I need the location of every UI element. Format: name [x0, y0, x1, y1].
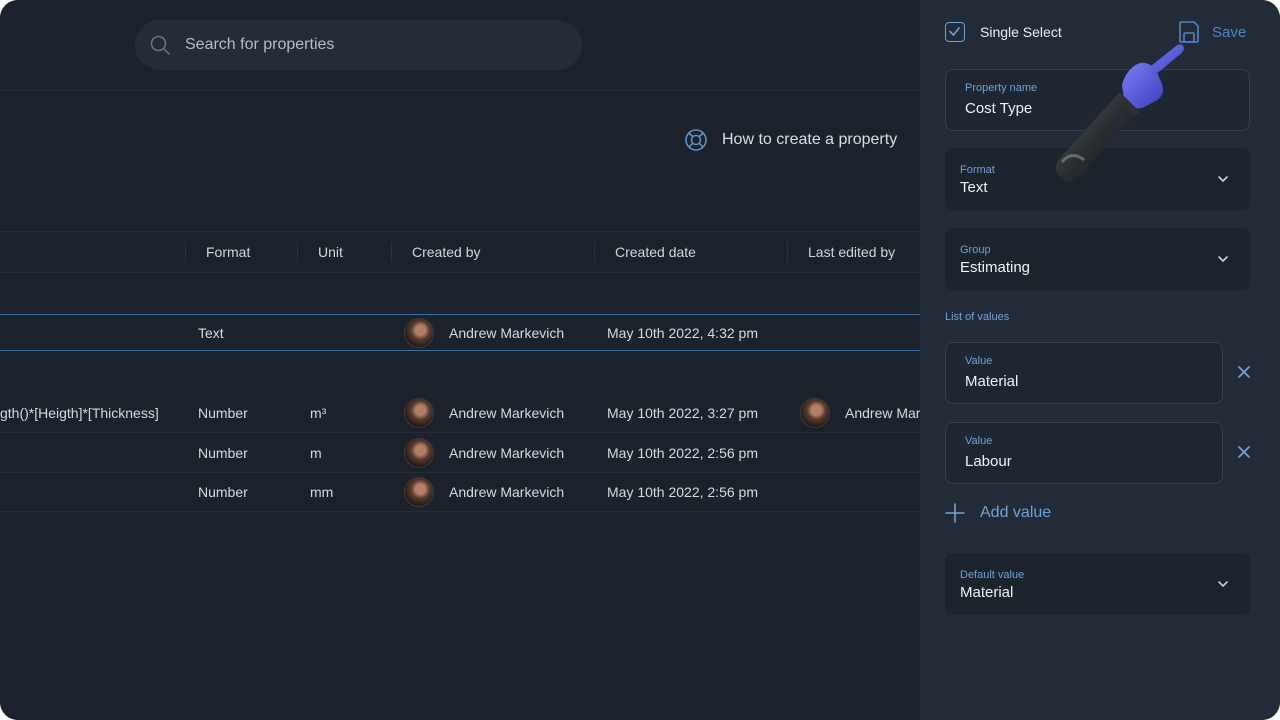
- column-divider: [391, 242, 392, 262]
- default-value-value: Material: [960, 584, 1014, 601]
- value-label: Value: [965, 355, 993, 367]
- cell-created-by: Andrew Markevich: [404, 472, 564, 511]
- cell-unit: mm: [310, 483, 334, 500]
- table-row-selected[interactable]: Text Andrew Markevich May 10th 2022, 4:3…: [0, 314, 920, 351]
- value-field[interactable]: Value Labour: [945, 422, 1223, 484]
- list-of-values-label: List of values: [945, 311, 1010, 323]
- avatar: [404, 317, 434, 348]
- cell-created-date: May 10th 2022, 3:27 pm: [607, 404, 758, 421]
- table-row[interactable]: Number mm Andrew Markevich May 10th 2022…: [0, 472, 920, 512]
- cell-created-by: Andrew Markevich: [404, 315, 564, 350]
- property-name-value[interactable]: Cost Type: [965, 100, 1032, 117]
- chevron-down-icon: [1218, 581, 1228, 588]
- format-select[interactable]: Format Text: [945, 148, 1250, 210]
- help-link-label: How to create a property: [722, 131, 898, 148]
- created-by-name: Andrew Markevich: [449, 324, 565, 341]
- column-header-created-date[interactable]: Created date: [615, 232, 696, 272]
- avatar: [404, 397, 434, 428]
- value-input[interactable]: Labour: [965, 453, 1012, 470]
- cell-unit: m: [310, 444, 322, 461]
- chevron-down-icon: [1218, 176, 1228, 183]
- cell-format: Number: [198, 404, 248, 421]
- column-header-last-edited-by[interactable]: Last edited by: [808, 232, 895, 272]
- cell-last-edited-by: Andrew Mar: [800, 393, 920, 432]
- group-label: Group: [960, 244, 991, 256]
- group-value: Estimating: [960, 259, 1031, 276]
- lifebuoy-icon: [685, 129, 707, 151]
- app-window: How to create a property Format Unit Cre…: [0, 0, 1280, 720]
- cell-formula: gth()*[Heigth]*[Thickness]: [0, 404, 159, 421]
- value-input[interactable]: Material: [965, 373, 1018, 390]
- group-select[interactable]: Group Estimating: [945, 228, 1250, 290]
- save-label: Save: [1212, 23, 1247, 41]
- avatar: [404, 437, 434, 468]
- cell-format: Number: [198, 483, 248, 500]
- column-header-created-by[interactable]: Created by: [412, 232, 480, 272]
- cell-created-date: May 10th 2022, 4:32 pm: [607, 324, 758, 341]
- properties-main: How to create a property Format Unit Cre…: [0, 0, 920, 720]
- cell-created-date: May 10th 2022, 2:56 pm: [607, 483, 758, 500]
- cell-created-by: Andrew Markevich: [404, 433, 564, 472]
- search-bar[interactable]: [135, 20, 582, 70]
- column-divider: [185, 242, 186, 262]
- add-value-label: Add value: [980, 504, 1052, 521]
- column-divider: [787, 242, 788, 262]
- format-value: Text: [960, 179, 988, 196]
- property-name-label: Property name: [965, 82, 1038, 94]
- cell-created-by: Andrew Markevich: [404, 393, 564, 432]
- created-by-name: Andrew Markevich: [449, 444, 565, 461]
- close-icon[interactable]: [1236, 364, 1252, 380]
- created-by-name: Andrew Markevich: [449, 483, 565, 500]
- column-header-format[interactable]: Format: [206, 232, 250, 272]
- single-select-checkbox[interactable]: [945, 22, 965, 42]
- search-input[interactable]: [185, 20, 565, 70]
- save-icon: [1179, 21, 1199, 43]
- cell-format: Text: [198, 324, 224, 341]
- table-row[interactable]: gth()*[Heigth]*[Thickness] Number m³ And…: [0, 393, 920, 433]
- plus-icon: [945, 503, 965, 523]
- format-label: Format: [960, 164, 995, 176]
- table-header: Format Unit Created by Created date Last…: [0, 231, 920, 273]
- table-row[interactable]: Number m Andrew Markevich May 10th 2022,…: [0, 433, 920, 473]
- cell-created-date: May 10th 2022, 2:56 pm: [607, 444, 758, 461]
- property-editor-panel: Single Select Save Property name Cost Ty…: [920, 0, 1280, 720]
- default-value-label: Default value: [960, 569, 1025, 581]
- value-label: Value: [965, 435, 993, 447]
- add-value-button[interactable]: Add value: [944, 502, 1051, 524]
- default-value-select[interactable]: Default value Material: [945, 553, 1250, 615]
- save-button[interactable]: Save: [1178, 20, 1246, 44]
- cell-unit: m³: [310, 404, 327, 421]
- search-icon: [150, 35, 170, 55]
- single-select-label: Single Select: [980, 24, 1062, 40]
- value-field[interactable]: Value Material: [945, 342, 1223, 404]
- header-divider: [0, 90, 920, 91]
- property-name-field[interactable]: Property name Cost Type: [945, 69, 1250, 131]
- column-header-unit[interactable]: Unit: [318, 232, 343, 272]
- column-divider: [594, 242, 595, 262]
- help-link[interactable]: How to create a property: [684, 127, 897, 153]
- chevron-down-icon: [1218, 256, 1228, 263]
- created-by-name: Andrew Markevich: [449, 404, 565, 421]
- avatar: [800, 397, 830, 428]
- checkbox-icon: [949, 27, 960, 36]
- column-divider: [297, 242, 298, 262]
- cell-format: Number: [198, 444, 248, 461]
- close-icon[interactable]: [1236, 444, 1252, 460]
- last-edited-by-name: Andrew Mar: [845, 404, 921, 421]
- avatar: [404, 476, 434, 507]
